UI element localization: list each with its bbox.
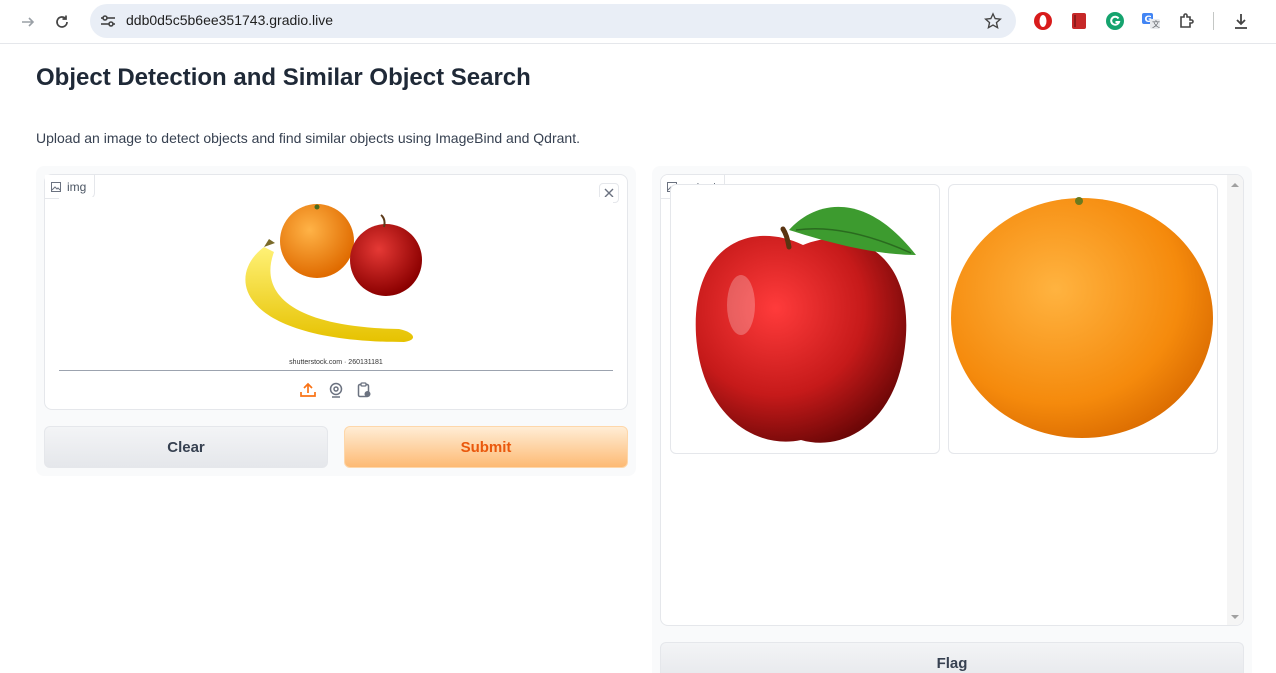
image-input-label-text: img [67, 179, 87, 194]
forward-arrow-icon[interactable] [14, 8, 42, 36]
fruit-photo [245, 204, 422, 342]
svg-text:文: 文 [1152, 19, 1160, 29]
grammarly-extension-icon[interactable] [1104, 10, 1126, 32]
page-description: Upload an image to detect objects and fi… [36, 130, 580, 146]
flag-button[interactable]: Flag [660, 642, 1244, 673]
image-icon [51, 181, 61, 192]
upload-icon[interactable] [299, 381, 317, 399]
download-icon[interactable] [1230, 10, 1252, 32]
apple-photo [695, 206, 916, 443]
site-settings-icon[interactable] [98, 11, 118, 31]
preview-divider [59, 370, 613, 371]
book-extension-icon[interactable] [1068, 10, 1090, 32]
clipboard-icon[interactable] [355, 381, 373, 399]
output-scrollbar[interactable] [1227, 175, 1243, 625]
page-title: Object Detection and Similar Object Sear… [36, 64, 531, 91]
output-image-apple[interactable] [670, 184, 940, 454]
output-gallery: output [660, 174, 1244, 626]
address-bar[interactable]: ddb0d5c5b6ee351743.gradio.live [90, 4, 1016, 38]
orange-photo [951, 197, 1213, 438]
image-input[interactable]: img shutterstock.com · 260131181 [44, 174, 628, 410]
url-text[interactable]: ddb0d5c5b6ee351743.gradio.live [126, 12, 333, 28]
browser-toolbar: ddb0d5c5b6ee351743.gradio.live G文 [0, 0, 1276, 44]
bookmark-star-icon[interactable] [982, 10, 1004, 32]
image-input-label: img [45, 175, 96, 199]
output-image-orange[interactable] [948, 184, 1218, 454]
opera-extension-icon[interactable] [1032, 10, 1054, 32]
webcam-icon[interactable] [327, 381, 345, 399]
clear-button[interactable]: Clear [44, 426, 328, 468]
uploaded-image-preview [59, 197, 613, 369]
toolbar-divider [1213, 12, 1214, 30]
watermark-text: shutterstock.com · 260131181 [289, 359, 383, 366]
translate-extension-icon[interactable]: G文 [1140, 10, 1162, 32]
extensions-puzzle-icon[interactable] [1176, 10, 1198, 32]
reload-icon[interactable] [48, 8, 76, 36]
source-selector [45, 381, 627, 399]
submit-button[interactable]: Submit [344, 426, 628, 468]
